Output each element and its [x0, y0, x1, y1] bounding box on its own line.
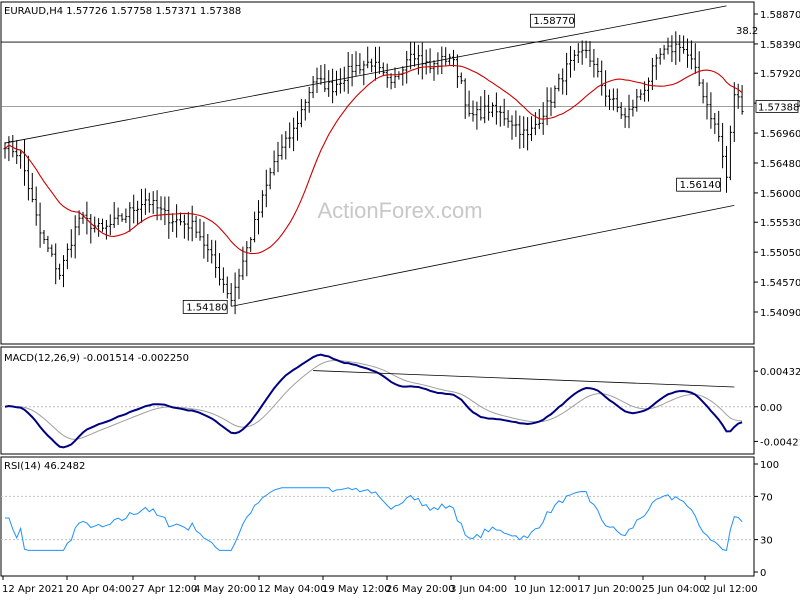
- time-tick-label: 10 Jun 12:00: [514, 584, 578, 595]
- time-tick-label: 17 Jun 20:00: [578, 584, 642, 595]
- price-tick-label: 1.55530: [760, 218, 800, 229]
- time-tick-label: 4 May 20:00: [194, 584, 256, 595]
- rsi-header: RSI(14) 46.2482: [4, 461, 85, 472]
- chart-background: [0, 0, 800, 600]
- price-tick-label: 1.54090: [760, 308, 800, 319]
- time-tick-label: 12 May 04:00: [258, 584, 327, 595]
- watermark: ActionForex.com: [317, 198, 482, 223]
- price-annotation-label: 1.54180: [186, 302, 227, 313]
- time-tick-label: 19 May 12:00: [322, 584, 391, 595]
- macd-tick-label: 0.00: [760, 403, 782, 414]
- macd-tick-label: -0.004213: [760, 437, 800, 448]
- time-tick-label: 27 Apr 12:00: [132, 584, 197, 595]
- price-tick-label: 1.56000: [760, 189, 800, 200]
- time-tick-label: 26 May 20:00: [386, 584, 455, 595]
- price-annotation-label: 1.56140: [680, 180, 721, 191]
- macd-tick-label: 0.004325: [760, 367, 800, 378]
- price-tick-label: 1.57920: [760, 69, 800, 80]
- rsi-tick-label: 30: [760, 536, 773, 547]
- price-tick-label: 1.56480: [760, 159, 800, 170]
- time-tick-label: 3 Jun 04:00: [450, 584, 507, 595]
- price-tick-label: 1.56960: [760, 129, 800, 140]
- last-price-label: 1.57388: [758, 102, 799, 113]
- price-tick-label: 1.58870: [760, 10, 800, 21]
- price-annotation-label: 1.58770: [533, 16, 574, 27]
- time-tick-label: 2 Jul 12:00: [704, 584, 758, 595]
- fib-label: 38.2: [736, 26, 758, 37]
- main-header: EURAUD,H4 1.57726 1.57758 1.57371 1.5738…: [4, 6, 241, 17]
- price-tick-label: 1.55050: [760, 248, 800, 259]
- rsi-tick-label: 70: [760, 492, 773, 503]
- macd-header: MACD(12,26,9) -0.001514 -0.002250: [4, 353, 189, 364]
- time-tick-label: 20 Apr 04:00: [66, 584, 131, 595]
- rsi-tick-label: 0: [760, 568, 766, 579]
- rsi-tick-label: 100: [760, 460, 779, 471]
- price-tick-label: 1.54570: [760, 278, 800, 289]
- price-tick-label: 1.58390: [760, 40, 800, 51]
- euraud-h4-chart: ActionForex.com EURAUD,H4 1.57726 1.5775…: [0, 0, 800, 600]
- time-tick-label: 25 Jun 04:00: [642, 584, 706, 595]
- time-tick-label: 12 Apr 2021: [2, 584, 64, 595]
